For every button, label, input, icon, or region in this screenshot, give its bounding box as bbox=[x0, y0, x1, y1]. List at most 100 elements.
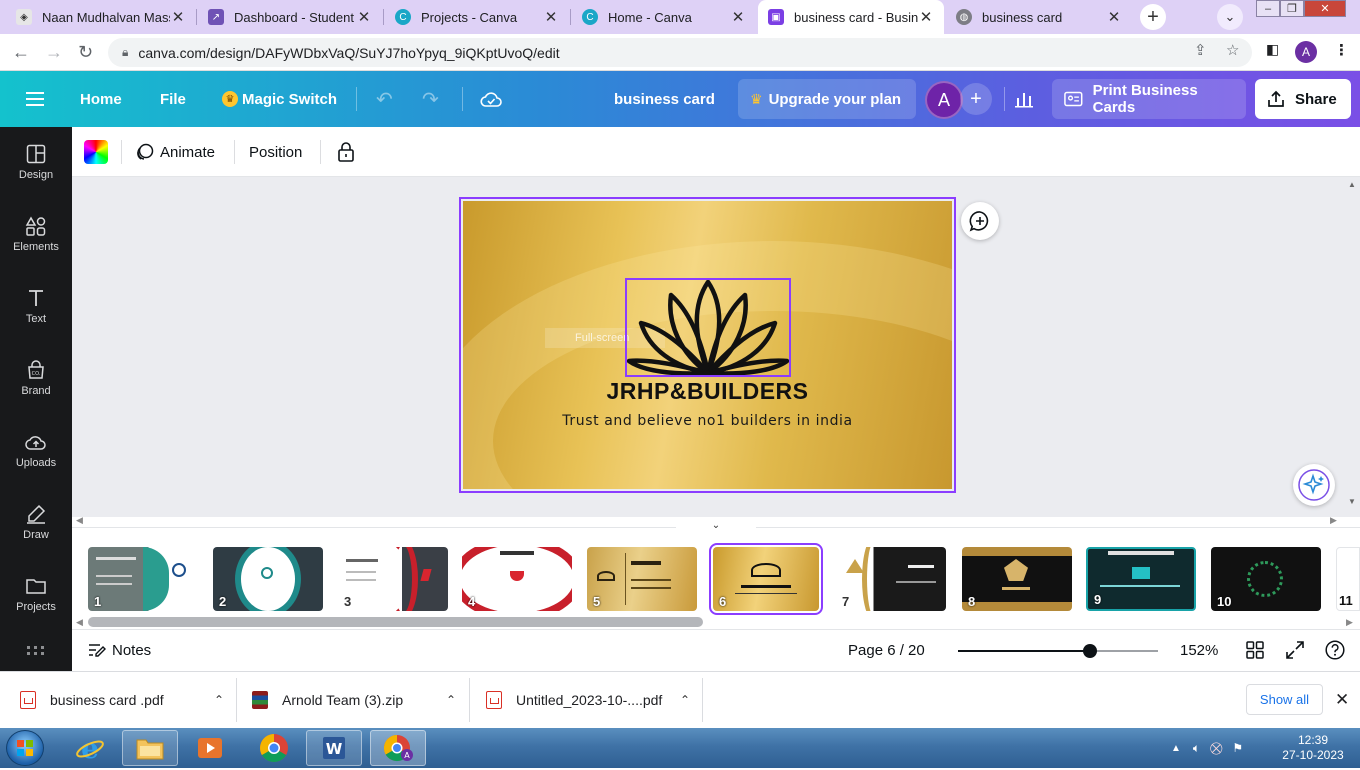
sidebar-more-apps-icon[interactable] bbox=[0, 635, 72, 665]
close-tab-icon[interactable]: ✕ bbox=[730, 8, 746, 26]
windows-start-orb-icon[interactable] bbox=[6, 730, 44, 766]
sidebar-item-text[interactable]: Text bbox=[0, 275, 72, 337]
company-name-text[interactable]: JRHP&BUILDERS bbox=[463, 378, 952, 405]
undo-icon[interactable]: ↶ bbox=[376, 71, 393, 127]
tab-search-chevron-icon[interactable]: ⌄ bbox=[1217, 4, 1243, 30]
chrome-profile-taskbar-icon[interactable]: A bbox=[370, 730, 426, 766]
page-thumbnail[interactable]: 11 bbox=[1336, 547, 1360, 611]
window-close-icon[interactable]: ✕ bbox=[1304, 0, 1346, 17]
close-download-shelf-icon[interactable]: ✕ bbox=[1335, 671, 1349, 728]
page-thumbnail[interactable]: 7 bbox=[836, 547, 946, 611]
print-business-cards-button[interactable]: Print Business Cards bbox=[1052, 79, 1246, 119]
help-question-icon[interactable] bbox=[1325, 629, 1345, 671]
sidebar-item-elements[interactable]: Elements bbox=[0, 203, 72, 265]
browser-tab-naan-mudhalvan[interactable]: ◈ Naan Mudhalvan Massi ✕ bbox=[6, 0, 196, 34]
page-thumbnail[interactable]: 5 bbox=[587, 547, 697, 611]
file-explorer-icon[interactable] bbox=[122, 730, 178, 766]
close-tab-icon[interactable]: ✕ bbox=[356, 8, 372, 26]
cloud-saved-icon[interactable] bbox=[480, 71, 502, 127]
chevron-up-icon[interactable]: ⌃ bbox=[446, 693, 456, 707]
close-tab-icon[interactable]: ✕ bbox=[1106, 8, 1122, 26]
page-thumbnail[interactable]: 8 bbox=[962, 547, 1072, 611]
show-all-downloads-button[interactable]: Show all bbox=[1246, 684, 1323, 715]
minimize-icon[interactable]: ‒ bbox=[1256, 0, 1280, 17]
page-thumbnail[interactable]: 10 bbox=[1211, 547, 1321, 611]
browser-tab-home-canva[interactable]: C Home - Canva ✕ bbox=[572, 0, 756, 34]
analytics-chart-icon[interactable] bbox=[1014, 71, 1034, 127]
bookmark-star-icon[interactable]: ☆ bbox=[1226, 41, 1239, 59]
page-thumbnail[interactable]: 3 bbox=[338, 547, 448, 611]
close-tab-icon[interactable]: ✕ bbox=[918, 8, 934, 26]
collapse-pages-chevron-icon[interactable]: ⌄ bbox=[676, 518, 756, 532]
add-comment-icon[interactable] bbox=[961, 202, 999, 240]
sidebar-item-brand[interactable]: CO. Brand bbox=[0, 347, 72, 409]
browser-tab-business-card-active[interactable]: ▣ business card - Business ✕ bbox=[758, 0, 944, 34]
action-center-flag-icon[interactable]: ⚑ bbox=[1232, 741, 1243, 755]
page-strip-scrollbar[interactable] bbox=[88, 617, 703, 627]
sidebar-item-uploads[interactable]: Uploads bbox=[0, 419, 72, 481]
download-item-business-card-pdf[interactable]: business card .pdf ⌃ bbox=[20, 671, 230, 728]
collaborator-avatar[interactable]: A bbox=[925, 81, 963, 119]
strip-scroll-left-icon[interactable]: ◀ bbox=[76, 617, 83, 628]
page-thumbnail-active[interactable]: 6 bbox=[709, 543, 823, 615]
zoom-slider-handle[interactable] bbox=[1083, 644, 1097, 658]
browser-profile-avatar[interactable]: A bbox=[1295, 41, 1317, 63]
close-tab-icon[interactable]: ✕ bbox=[543, 8, 559, 26]
restore-icon[interactable]: ❐ bbox=[1280, 0, 1304, 17]
add-collaborator-plus-icon[interactable]: + bbox=[960, 83, 992, 115]
upgrade-plan-button[interactable]: ♛ Upgrade your plan bbox=[738, 79, 916, 119]
browser-tab-projects-canva[interactable]: C Projects - Canva ✕ bbox=[385, 0, 569, 34]
media-player-icon[interactable] bbox=[182, 730, 238, 766]
close-tab-icon[interactable]: ✕ bbox=[170, 8, 186, 26]
chevron-up-icon[interactable]: ⌃ bbox=[214, 693, 224, 707]
download-item-untitled-pdf[interactable]: Untitled_2023-10-....pdf ⌃ bbox=[486, 671, 696, 728]
page-thumbnail[interactable]: 1 bbox=[88, 547, 198, 611]
back-arrow-icon[interactable]: ← bbox=[12, 42, 30, 63]
animate-button[interactable]: Animate bbox=[136, 127, 215, 177]
forward-arrow-icon[interactable]: → bbox=[45, 42, 63, 63]
url-field[interactable]: 🔒︎ canva.com/design/DAFyWDbxVaQ/SuYJ7hoY… bbox=[108, 38, 1252, 67]
magic-switch-button[interactable]: ♛ Magic Switch bbox=[222, 71, 337, 127]
position-button[interactable]: Position bbox=[249, 127, 302, 177]
download-item-arnold-team-zip[interactable]: Arnold Team (3).zip ⌃ bbox=[252, 671, 462, 728]
tray-expand-arrow-icon[interactable]: ▲ bbox=[1171, 743, 1181, 754]
side-panel-icon[interactable]: ◧ bbox=[1266, 41, 1279, 58]
file-menu-button[interactable]: File bbox=[160, 71, 186, 127]
redo-icon[interactable]: ↷ bbox=[422, 71, 439, 127]
grid-view-icon[interactable] bbox=[1246, 629, 1264, 671]
share-button[interactable]: Share bbox=[1255, 79, 1351, 119]
tagline-text[interactable]: Trust and believe no1 builders in india bbox=[463, 413, 952, 429]
reload-icon[interactable]: ↻ bbox=[78, 42, 93, 63]
magic-sparkle-icon[interactable] bbox=[1293, 464, 1335, 506]
share-page-icon[interactable]: ⇪ bbox=[1194, 41, 1207, 59]
home-button[interactable]: Home bbox=[80, 71, 122, 127]
microsoft-word-icon[interactable]: W bbox=[306, 730, 362, 766]
hamburger-menu-icon[interactable] bbox=[26, 71, 44, 127]
browser-tab-business-card[interactable]: ◍ business card ✕ bbox=[946, 0, 1132, 34]
volume-speaker-icon[interactable]: 🔈︎ bbox=[1193, 741, 1200, 756]
vertical-scrollbar[interactable]: ▲ ▼ bbox=[1345, 180, 1359, 510]
internet-explorer-icon[interactable]: e bbox=[62, 730, 118, 766]
sidebar-item-design[interactable]: Design bbox=[0, 131, 72, 193]
sidebar-item-draw[interactable]: Draw bbox=[0, 491, 72, 553]
chrome-browser-icon[interactable] bbox=[246, 730, 302, 766]
network-status-icon[interactable]: ⛒ bbox=[1210, 741, 1222, 756]
page-thumbnail[interactable]: 9 bbox=[1086, 547, 1196, 611]
zoom-level[interactable]: 152% bbox=[1180, 629, 1218, 671]
system-clock[interactable]: 12:39 27-10-2023 bbox=[1280, 733, 1346, 763]
browser-tab-dashboard[interactable]: ↗ Dashboard - Student ✕ bbox=[198, 0, 382, 34]
document-title[interactable]: business card bbox=[614, 71, 715, 127]
chevron-up-icon[interactable]: ⌃ bbox=[680, 693, 690, 707]
color-picker-swatch[interactable] bbox=[84, 140, 108, 164]
sidebar-item-projects[interactable]: Projects bbox=[0, 563, 72, 625]
lock-element-icon[interactable] bbox=[337, 127, 355, 177]
fullscreen-expand-icon[interactable] bbox=[1286, 629, 1304, 671]
page-indicator[interactable]: Page 6 / 20 bbox=[848, 629, 925, 671]
strip-scroll-right-icon[interactable]: ▶ bbox=[1346, 617, 1353, 628]
page-thumbnail[interactable]: 4 bbox=[462, 547, 572, 611]
new-tab-plus-icon[interactable]: + bbox=[1140, 4, 1166, 30]
scroll-left-arrow-icon[interactable]: ◀ bbox=[76, 515, 83, 526]
notes-button[interactable]: Notes bbox=[88, 629, 151, 671]
browser-menu-icon[interactable]: ⋮ bbox=[1334, 41, 1349, 59]
page-thumbnail[interactable]: 2 bbox=[213, 547, 323, 611]
